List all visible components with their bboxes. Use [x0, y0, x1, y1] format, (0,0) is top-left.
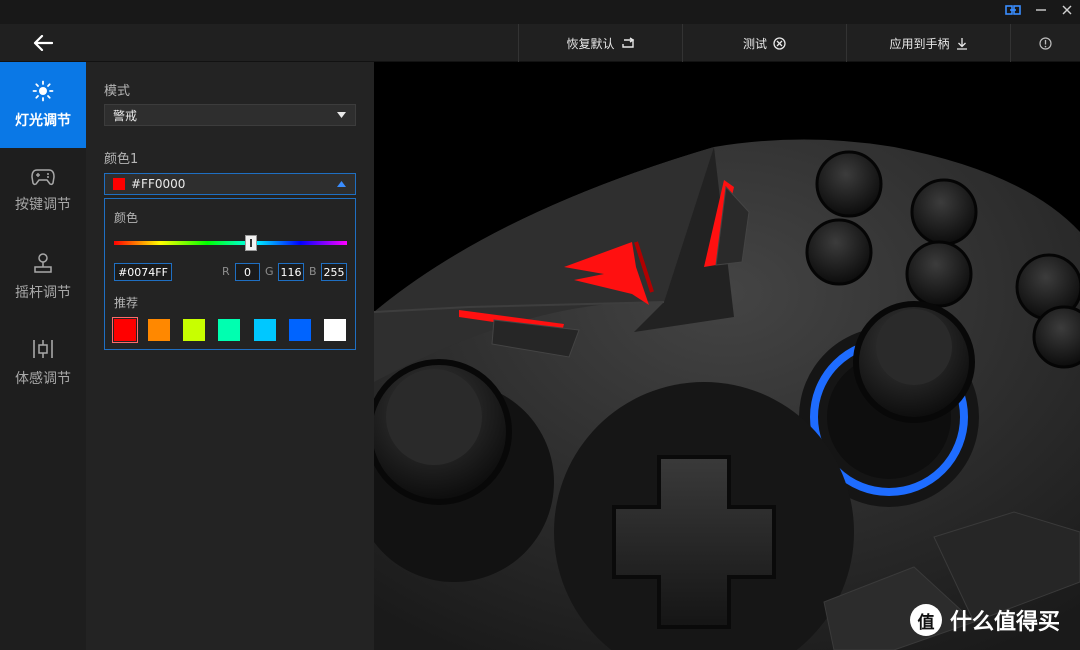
lighting-settings-panel: 模式 警戒 颜色1 #FF0000 颜色 #0074FF R 0 G 116 B…: [86, 62, 374, 650]
watermark-badge: 值: [910, 604, 942, 636]
test-button[interactable]: 测试: [682, 24, 846, 62]
reset-icon: [621, 37, 634, 48]
close-icon[interactable]: [1056, 3, 1078, 21]
g-label: G: [265, 265, 274, 278]
color1-value: #FF0000: [131, 177, 186, 191]
sidebar-item-label: 摇杆调节: [15, 285, 71, 301]
sidebar-item-motion[interactable]: 体感调节: [0, 320, 86, 406]
preset-swatch-red[interactable]: [112, 317, 138, 343]
preset-swatch-cyan[interactable]: [254, 319, 276, 341]
sidebar: 灯光调节 按键调节 摇杆调节 体感调节: [0, 62, 86, 650]
r-input[interactable]: 0: [235, 263, 260, 281]
apply-to-controller-button[interactable]: 应用到手柄: [846, 24, 1010, 62]
b-input[interactable]: 255: [321, 263, 347, 281]
mode-select[interactable]: 警戒: [104, 104, 356, 126]
hue-slider[interactable]: [114, 241, 347, 245]
motion-icon: [33, 340, 53, 358]
joystick-icon: [34, 253, 52, 273]
test-icon: [773, 36, 786, 50]
color1-label: 颜色1: [104, 152, 139, 167]
download-icon: [956, 37, 967, 50]
gamepad-icon: [31, 169, 55, 186]
color1-swatch: [113, 178, 125, 190]
sidebar-item-label: 灯光调节: [15, 113, 71, 129]
color-picker: 颜色 #0074FF R 0 G 116 B 255 推荐: [104, 198, 356, 350]
picker-title: 颜色: [114, 211, 139, 225]
g-input[interactable]: 116: [278, 263, 304, 281]
chevron-up-icon: [337, 181, 346, 187]
hue-slider-thumb[interactable]: [245, 235, 257, 251]
preset-swatch-mint[interactable]: [218, 319, 240, 341]
title-bar: [0, 0, 1080, 24]
sidebar-item-joystick[interactable]: 摇杆调节: [0, 234, 86, 320]
hex-input[interactable]: #0074FF: [114, 263, 172, 281]
back-button[interactable]: [0, 24, 86, 62]
info-icon: [1039, 36, 1052, 50]
sun-icon: [32, 80, 54, 102]
recommend-label: 推荐: [114, 296, 139, 310]
mode-label: 模式: [104, 84, 131, 99]
color1-select[interactable]: #FF0000: [104, 173, 356, 195]
watermark: 值 什么值得买: [910, 604, 1060, 636]
sidebar-item-label: 体感调节: [15, 371, 71, 387]
watermark-text: 什么值得买: [950, 610, 1061, 635]
reset-default-button[interactable]: 恢复默认: [518, 24, 682, 62]
sidebar-item-lighting[interactable]: 灯光调节: [0, 62, 86, 148]
chevron-down-icon: [337, 112, 346, 118]
preset-swatch-lime[interactable]: [183, 319, 205, 341]
preset-swatch-white[interactable]: [324, 319, 346, 341]
sidebar-item-label: 按键调节: [15, 197, 71, 213]
top-toolbar: 恢复默认 测试 应用到手柄: [86, 24, 1080, 62]
preset-swatch-blue[interactable]: [289, 319, 311, 341]
controller-preview: [374, 62, 1080, 650]
apply-label: 应用到手柄: [889, 36, 950, 51]
info-button[interactable]: [1010, 24, 1080, 62]
sidebar-item-buttons[interactable]: 按键调节: [0, 148, 86, 234]
preset-swatch-orange[interactable]: [148, 319, 170, 341]
arrow-left-icon: [33, 34, 53, 51]
reset-label: 恢复默认: [566, 36, 615, 51]
r-label: R: [222, 265, 230, 278]
mode-value: 警戒: [113, 108, 138, 123]
link-icon[interactable]: [1002, 3, 1024, 21]
controller-image: [374, 139, 1080, 650]
b-label: B: [309, 265, 317, 278]
minimize-icon[interactable]: [1030, 3, 1052, 21]
test-label: 测试: [742, 36, 767, 51]
